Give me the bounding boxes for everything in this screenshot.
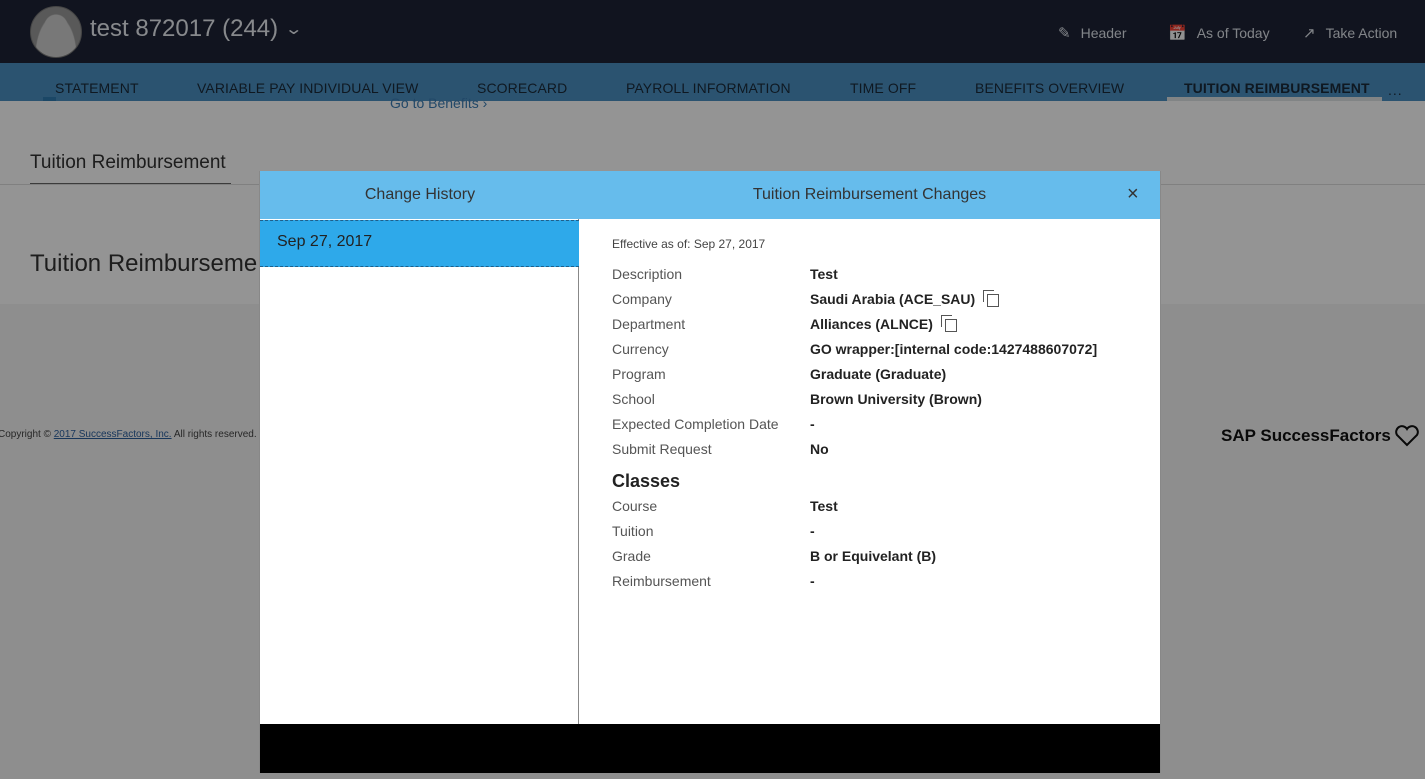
- field-value: -: [810, 416, 815, 432]
- class-value-text: Test: [810, 498, 838, 514]
- class-label: Course: [612, 498, 658, 514]
- field-row-submit-request: Submit Request No: [612, 441, 1152, 461]
- field-value-text: Graduate (Graduate): [810, 366, 947, 382]
- field-value-text: -: [810, 416, 815, 432]
- field-value: No: [810, 441, 829, 457]
- field-row-department: Department Alliances (ALNCE): [612, 314, 1152, 336]
- details-footer: [579, 724, 1160, 773]
- field-row-currency: Currency GO wrapper:[internal code:14274…: [612, 341, 1152, 361]
- field-value-text: Saudi Arabia (ACE_SAU): [810, 291, 976, 307]
- details-header: Tuition Reimbursement Changes: [579, 171, 1160, 219]
- class-value: -: [810, 573, 815, 589]
- field-label: Program: [612, 366, 666, 382]
- classes-heading: Classes: [612, 471, 681, 491]
- history-footer: [260, 724, 579, 773]
- copy-icon[interactable]: [983, 289, 1000, 307]
- class-row-grade: Grade B or Equivelant (B): [612, 548, 1152, 568]
- details-pane: Tuition Reimbursement Changes × Effectiv…: [579, 171, 1161, 773]
- history-item[interactable]: Sep 27, 2017: [260, 220, 579, 267]
- field-row-expected-completion: Expected Completion Date -: [612, 416, 1152, 436]
- field-row-company: Company Saudi Arabia (ACE_SAU): [612, 289, 1152, 311]
- close-icon[interactable]: ×: [1127, 184, 1139, 204]
- field-label: Company: [612, 291, 672, 307]
- field-label: Currency: [612, 341, 669, 357]
- class-row-tuition: Tuition -: [612, 523, 1152, 543]
- field-value: GO wrapper:[internal code:1427488607072]: [810, 341, 1097, 357]
- field-label: School: [612, 391, 655, 407]
- copy-icon[interactable]: [940, 314, 957, 332]
- class-row-reimbursement: Reimbursement -: [612, 573, 1152, 593]
- field-value: Alliances (ALNCE): [810, 314, 957, 332]
- class-row-course: Course Test: [612, 498, 1152, 518]
- field-value-text: Alliances (ALNCE): [810, 316, 933, 332]
- effective-date: Effective as of: Sep 27, 2017: [612, 237, 766, 251]
- field-row-school: School Brown University (Brown): [612, 391, 1152, 411]
- class-label: Tuition: [612, 523, 654, 539]
- class-value: -: [810, 523, 815, 539]
- change-history-dialog: Change History Sep 27, 2017 Tuition Reim…: [259, 171, 1161, 773]
- field-value: Test: [810, 266, 838, 282]
- field-value-text: Test: [810, 266, 838, 282]
- field-value: Graduate (Graduate): [810, 366, 946, 382]
- class-value-text: -: [810, 523, 815, 539]
- field-label: Description: [612, 266, 683, 282]
- field-value-text: GO wrapper:[internal code:1427488607072]: [810, 341, 1098, 357]
- field-row-program: Program Graduate (Graduate): [612, 366, 1152, 386]
- field-value: Saudi Arabia (ACE_SAU): [810, 289, 1000, 307]
- field-label: Department: [612, 316, 686, 332]
- class-value-text: -: [810, 573, 815, 589]
- field-label: Submit Request: [612, 441, 712, 457]
- class-label: Grade: [612, 548, 651, 564]
- class-value: B or Equivelant (B): [810, 548, 936, 564]
- class-value-text: B or Equivelant (B): [810, 548, 937, 564]
- history-header: Change History: [260, 171, 580, 219]
- class-value: Test: [810, 498, 838, 514]
- field-value: Brown University (Brown): [810, 391, 982, 407]
- field-value-text: No: [810, 441, 829, 457]
- class-label: Reimbursement: [612, 573, 711, 589]
- field-row-description: Description Test: [612, 266, 1152, 286]
- history-pane: Change History Sep 27, 2017: [259, 171, 580, 773]
- field-label: Expected Completion Date: [612, 416, 779, 432]
- field-value-text: Brown University (Brown): [810, 391, 982, 407]
